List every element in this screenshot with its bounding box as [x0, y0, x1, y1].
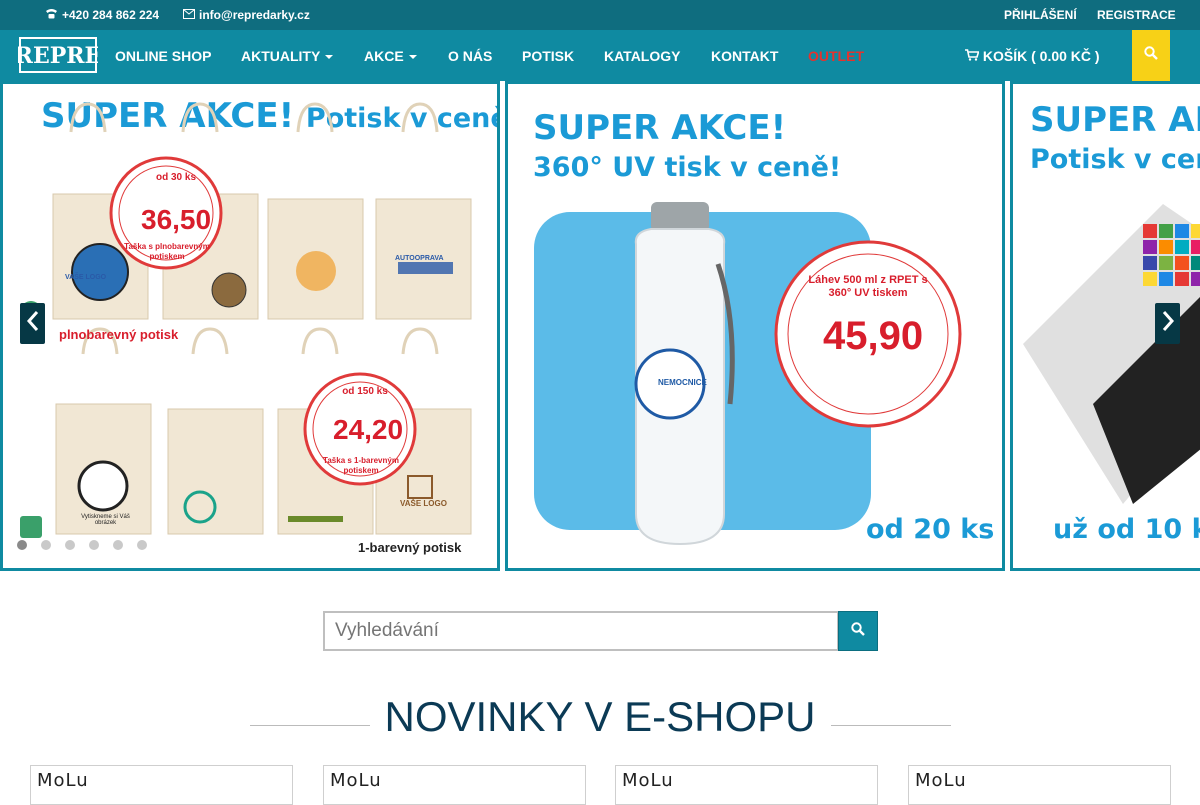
badge-caption-full-color: Taška s plnobarevným potiskem [124, 242, 210, 261]
search-submit-button[interactable] [838, 611, 878, 651]
product-card[interactable]: MoLu [323, 765, 586, 805]
nav-potisk[interactable]: POTISK [522, 48, 574, 64]
carousel-slide-bags[interactable]: SUPER AKCE! Potisk v ceně! 36,50 od 30 k… [0, 81, 500, 571]
bag-label-4: Vytiskneme si Váš obrázek [81, 514, 130, 526]
bag-label-2: AUTOOPRAVA [395, 255, 444, 262]
label-full-color-print: plnobarevný potisk [59, 327, 179, 342]
nav-online-shop[interactable]: ONLINE SHOP [115, 48, 211, 64]
product-card[interactable]: MoLu [908, 765, 1171, 805]
cart-dropdown[interactable]: KOŠÍK ( 0.00 KČ ) [965, 48, 1100, 64]
nav-akce[interactable]: AKCE [364, 48, 417, 64]
main-navbar: REPRE ONLINE SHOP AKTUALITY AKCE O NÁS P… [0, 30, 1200, 81]
carousel-next-button[interactable] [1155, 303, 1180, 344]
brand-logo: MoLu [622, 770, 674, 791]
product-card[interactable]: MoLu [615, 765, 878, 805]
section-title: NOVINKY V E-SHOPU [384, 693, 816, 740]
chevron-left-icon [26, 310, 40, 337]
nav-kontakt[interactable]: KONTAKT [711, 48, 778, 64]
tote-bags-illustration [20, 102, 472, 538]
carousel-dot[interactable] [41, 540, 51, 550]
email-contact[interactable]: info@repredarky.cz [183, 8, 310, 22]
cart-icon [965, 48, 983, 64]
carousel-dot[interactable] [113, 540, 123, 550]
badge-price-one-color: 24,20 [333, 414, 404, 445]
bottle-illustration [534, 202, 962, 546]
badge-text-full-color: od 30 ks [155, 172, 197, 183]
badge-price-bottle: 45,90 [823, 314, 924, 358]
slide-footer: už od 10 ks [1053, 514, 1200, 545]
bag-label-3: VAŠE LOGO [400, 499, 447, 508]
search-input[interactable] [323, 611, 839, 651]
envelope-icon [183, 8, 195, 22]
nav-outlet[interactable]: OUTLET [808, 48, 864, 64]
svg-text:REPRE: REPRE [18, 43, 98, 69]
nav-aktuality[interactable]: AKTUALITY [241, 48, 334, 64]
label-one-color-print: 1-barevný potisk [358, 540, 462, 555]
search-icon [1144, 46, 1158, 65]
caret-down-icon [325, 55, 334, 60]
bag-label-1: VAŠE LOGO [65, 274, 107, 281]
badge-text-bottle: Láhev 500 ml z RPET s 360° UV tiskem [808, 274, 928, 299]
badge-caption-one-color: Taška s 1-barevným potiskem [323, 456, 399, 475]
badge-text-one-color: od 150 ks [342, 386, 388, 397]
nav-katalogy[interactable]: KATALOGY [604, 48, 680, 64]
carousel-dot[interactable] [17, 540, 27, 550]
caret-down-icon [408, 55, 417, 60]
carousel-prev-button[interactable] [20, 303, 45, 344]
brand-logo: MoLu [37, 770, 89, 791]
chevron-right-icon [1161, 310, 1175, 337]
slide-footer: od 20 ks [866, 514, 995, 545]
carousel-dot[interactable] [89, 540, 99, 550]
carousel-dot[interactable] [65, 540, 75, 550]
badge-price-full-color: 36,50 [141, 204, 212, 235]
phone-contact[interactable]: +420 284 862 224 [45, 8, 159, 22]
brand-logo: MoLu [330, 770, 382, 791]
bottle-label: NEMOCNICE [658, 378, 707, 387]
carousel-dot[interactable] [137, 540, 147, 550]
carousel-slide-bottle[interactable]: SUPER AKCE! 360° UV tisk v ceně! NEMOCNI… [505, 81, 1005, 571]
product-card[interactable]: MoLu [30, 765, 293, 805]
top-contact-bar: +420 284 862 224 info@repredarky.cz PŘIH… [0, 0, 1200, 30]
nav-o-nas[interactable]: O NÁS [448, 48, 492, 64]
search-icon [851, 621, 865, 641]
repre-logo[interactable]: REPRE [15, 34, 101, 76]
header-search-button[interactable] [1132, 30, 1170, 81]
phone-number: +420 284 862 224 [62, 8, 160, 22]
login-link[interactable]: PŘIHLÁŠENÍ [1004, 8, 1077, 22]
email-address: info@repredarky.cz [199, 8, 310, 22]
brand-logo: MoLu [915, 770, 967, 791]
phone-icon [45, 8, 58, 22]
register-link[interactable]: REGISTRACE [1097, 8, 1176, 22]
